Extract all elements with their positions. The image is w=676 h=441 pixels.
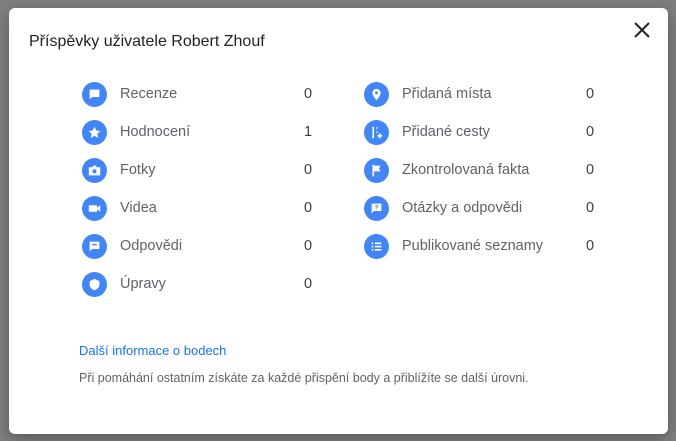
stat-value: 0: [586, 162, 595, 178]
contributions-dialog: Příspěvky uživatele Robert Zhouf Recenze…: [9, 8, 668, 434]
stat-row-added-places: Přidaná místa 0: [364, 81, 604, 107]
list-icon: [364, 233, 389, 259]
stat-value: 0: [304, 86, 313, 102]
stat-label: Odpovědi: [120, 238, 183, 254]
stat-row-published-lists: Publikované seznamy 0: [364, 233, 604, 259]
stat-label: Hodnocení: [120, 124, 191, 140]
stat-label: Úpravy: [120, 276, 166, 292]
stat-row-reviews: Recenze 0: [82, 81, 322, 107]
stat-row-ratings: Hodnocení 1: [82, 119, 322, 145]
stat-row-added-roads: Přidané cesty 0: [364, 119, 604, 145]
stat-value: 0: [304, 162, 313, 178]
dialog-title: Příspěvky uživatele Robert Zhouf: [29, 33, 265, 50]
camera-icon: [82, 157, 107, 183]
stat-row-qa: ? Otázky a odpovědi 0: [364, 195, 604, 221]
close-button[interactable]: [629, 17, 655, 43]
stat-value: 1: [304, 124, 313, 140]
stat-row-photos: Fotky 0: [82, 157, 322, 183]
stat-label: Přidaná místa: [402, 86, 492, 102]
close-icon: [634, 22, 650, 38]
stat-value: 0: [304, 238, 313, 254]
more-info-link[interactable]: Další informace o bodech: [79, 343, 226, 358]
stat-value: 0: [586, 124, 595, 140]
question-icon: ?: [364, 195, 389, 221]
stat-label: Recenze: [120, 86, 178, 102]
stat-row-checked-facts: Zkontrolovaná fakta 0: [364, 157, 604, 183]
stat-label: Fotky: [120, 162, 156, 178]
edit-shield-icon: [82, 271, 107, 297]
stat-label: Publikované seznamy: [402, 238, 544, 254]
stat-label: Videa: [120, 200, 157, 216]
video-icon: [82, 195, 107, 221]
svg-text:?: ?: [375, 204, 379, 211]
stat-value: 0: [586, 86, 595, 102]
stat-value: 0: [304, 200, 313, 216]
flag-icon: [364, 157, 389, 183]
road-add-icon: [364, 119, 389, 145]
stat-label: Přidané cesty: [402, 124, 490, 140]
stat-value: 0: [304, 276, 313, 292]
stat-row-answers: Odpovědi 0: [82, 233, 322, 259]
star-icon: [82, 119, 107, 145]
stat-label: Zkontrolovaná fakta: [402, 162, 530, 178]
answer-icon: [82, 233, 107, 259]
place-pin-icon: [364, 81, 389, 107]
stat-row-videos: Videa 0: [82, 195, 322, 221]
review-icon: [82, 81, 107, 107]
stat-row-edits: Úpravy 0: [82, 271, 322, 297]
points-note: Při pomáhání ostatním získáte za každé p…: [79, 371, 529, 385]
stat-value: 0: [586, 200, 595, 216]
stat-label: Otázky a odpovědi: [402, 200, 523, 216]
stat-value: 0: [586, 238, 595, 254]
